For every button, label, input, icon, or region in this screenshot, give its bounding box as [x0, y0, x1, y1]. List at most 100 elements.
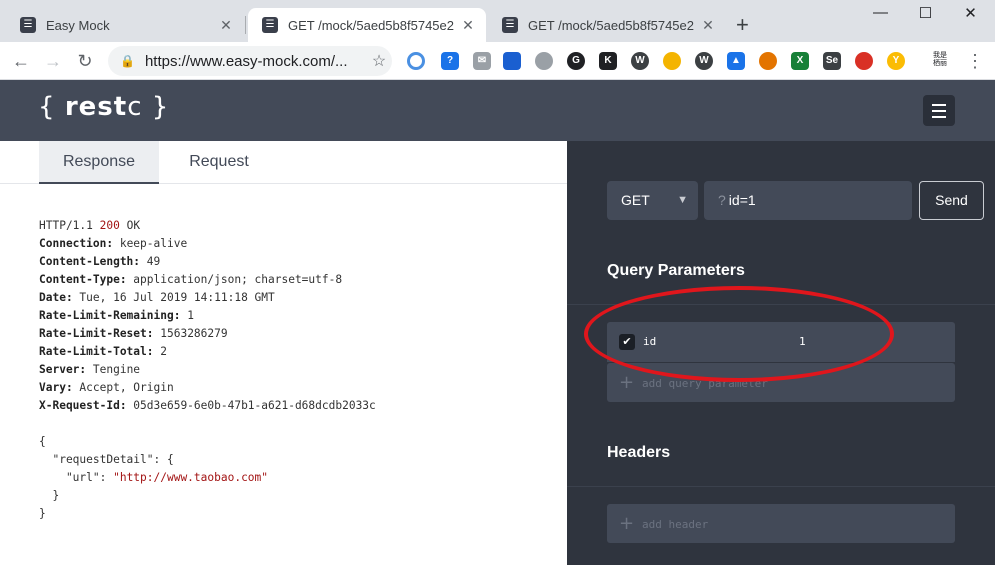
- g-ext-icon[interactable]: G: [567, 52, 585, 70]
- tab-response[interactable]: Response: [39, 141, 159, 184]
- new-tab-button[interactable]: +: [736, 12, 749, 38]
- triangle-ext-icon[interactable]: ▲: [727, 52, 745, 70]
- tab-title: GET /mock/5aed5b8f5745e25: [288, 17, 454, 33]
- query-value: id=1: [728, 192, 756, 208]
- request-pane: GET ▼ ? id=1 Send Query Parameters ✔ id 1…: [567, 141, 995, 565]
- query-input[interactable]: ? id=1: [704, 181, 912, 220]
- response-pane: Response Request HTTP/1.1 200 OK Connect…: [0, 141, 567, 565]
- header-value: 49: [140, 255, 161, 268]
- browser-tab-third[interactable]: ☰ GET /mock/5aed5b8f5745e25 ✕: [488, 8, 726, 42]
- tab-divider: [245, 16, 246, 34]
- y-ext-icon[interactable]: Y: [887, 52, 905, 70]
- header-value: Accept, Origin: [72, 381, 174, 394]
- w2-ext-icon[interactable]: W: [695, 52, 713, 70]
- headers-title: Headers: [607, 444, 671, 461]
- logo-brace-right: }: [142, 92, 170, 122]
- add-header-row[interactable]: + add header: [607, 504, 955, 543]
- add-query-parameter-label: add query parameter: [642, 377, 768, 390]
- tab-title: Easy Mock: [46, 17, 110, 33]
- header-value: Tengine: [86, 363, 141, 376]
- header-key: Content-Length:: [39, 255, 141, 268]
- tab-title: GET /mock/5aed5b8f5745e25: [528, 17, 694, 33]
- minimize-button[interactable]: —: [858, 4, 903, 21]
- json-open: {: [39, 435, 46, 448]
- status-proto: HTTP/1.1: [39, 219, 100, 232]
- header-value: application/json; charset=utf-8: [126, 273, 343, 286]
- k-ext-icon[interactable]: K: [599, 52, 617, 70]
- lock-icon: 🔒: [120, 54, 135, 68]
- send-button[interactable]: Send: [919, 181, 984, 220]
- header-value: 1563286279: [153, 327, 228, 340]
- json-url-value: "http://www.taobao.com": [113, 471, 269, 484]
- flower-ext-icon[interactable]: [663, 52, 681, 70]
- query-prefix: ?: [718, 192, 726, 208]
- back-button[interactable]: ←: [10, 50, 32, 72]
- close-window-button[interactable]: ✕: [948, 4, 993, 22]
- status-code: 200: [99, 219, 120, 232]
- face-ext-icon[interactable]: [855, 52, 873, 70]
- json-inner-close: }: [39, 489, 60, 502]
- json-close: }: [39, 507, 46, 520]
- logo-thin-text: c: [127, 92, 143, 122]
- bookmark-star-icon[interactable]: ☆: [366, 51, 392, 71]
- plus-icon: +: [619, 372, 635, 393]
- easy-mock-favicon-icon: ☰: [20, 17, 36, 33]
- header-value: 05d3e659-6e0b-47b1-a621-d68dcdb2033c: [126, 399, 376, 412]
- param-key[interactable]: id: [643, 335, 656, 348]
- browser-toolbar: ← → ↻ 🔒 https://www.easy-mock.com/... ☆ …: [0, 42, 995, 80]
- close-tab-icon[interactable]: ✕: [218, 17, 234, 34]
- header-key: Vary:: [39, 381, 73, 394]
- browser-tab-bar: ☰ Easy Mock ✕ ☰ GET /mock/5aed5b8f5745e2…: [0, 0, 995, 42]
- header-value: keep-alive: [113, 237, 188, 250]
- w-ext-icon[interactable]: W: [631, 52, 649, 70]
- close-tab-icon[interactable]: ✕: [460, 17, 476, 34]
- address-bar[interactable]: 🔒 https://www.easy-mock.com/... ☆: [108, 46, 392, 76]
- easy-mock-favicon-icon: ☰: [262, 17, 278, 33]
- header-key: Rate-Limit-Reset:: [39, 327, 154, 340]
- query-param-row[interactable]: ✔ id 1: [607, 322, 955, 362]
- circle-ext-icon[interactable]: [407, 52, 425, 70]
- globe-ext-icon[interactable]: [535, 52, 553, 70]
- header-value: 1: [180, 309, 194, 322]
- browser-menu-icon[interactable]: ⋮: [966, 50, 984, 72]
- header-value: Tue, 16 Jul 2019 14:11:18 GMT: [72, 291, 275, 304]
- response-tabs: Response Request: [0, 141, 567, 184]
- text-ext-icon[interactable]: 我是 栖丽: [929, 52, 951, 70]
- header-key: Rate-Limit-Total:: [39, 345, 154, 358]
- browser-tab-easy-mock[interactable]: ☰ Easy Mock ✕: [6, 8, 244, 42]
- response-text: HTTP/1.1 200 OK Connection: keep-alive C…: [39, 217, 376, 523]
- method-value: GET: [621, 192, 650, 208]
- status-text: OK: [119, 219, 141, 232]
- query-parameters-title: Query Parameters: [607, 262, 745, 279]
- x-ext-icon[interactable]: X: [791, 52, 809, 70]
- forward-button[interactable]: →: [42, 50, 64, 72]
- add-query-parameter-row[interactable]: + add query parameter: [607, 363, 955, 402]
- header-key: Content-Type:: [39, 273, 127, 286]
- se-ext-icon[interactable]: Se: [823, 52, 841, 70]
- tab-request[interactable]: Request: [159, 141, 279, 184]
- logo-brace-left: {: [38, 92, 65, 122]
- param-checkbox[interactable]: ✔: [619, 334, 635, 350]
- method-select[interactable]: GET ▼: [607, 181, 698, 220]
- mail-ext-icon[interactable]: ✉: [473, 52, 491, 70]
- maximize-button[interactable]: ☐: [903, 4, 948, 22]
- header-key: Connection:: [39, 237, 114, 250]
- add-header-label: add header: [642, 518, 709, 531]
- json-url-key: "url":: [39, 471, 114, 484]
- restc-logo: { restc }: [38, 92, 169, 122]
- section-divider: [567, 486, 995, 487]
- browser-tab-active[interactable]: ☰ GET /mock/5aed5b8f5745e25 ✕: [248, 8, 486, 42]
- hamburger-menu-icon[interactable]: [923, 95, 955, 126]
- plus-icon: +: [619, 513, 635, 534]
- json-detail-line: "requestDetail": {: [39, 453, 174, 466]
- reload-button[interactable]: ↻: [74, 50, 96, 72]
- param-value[interactable]: 1: [799, 335, 806, 348]
- blue-ext-icon[interactable]: [503, 52, 521, 70]
- close-tab-icon[interactable]: ✕: [700, 17, 716, 34]
- chevron-down-icon: ▼: [677, 194, 688, 206]
- flame-ext-icon[interactable]: [759, 52, 777, 70]
- header-key: Server:: [39, 363, 87, 376]
- question-ext-icon[interactable]: ?: [441, 52, 459, 70]
- header-key: Rate-Limit-Remaining:: [39, 309, 181, 322]
- header-value: 2: [153, 345, 167, 358]
